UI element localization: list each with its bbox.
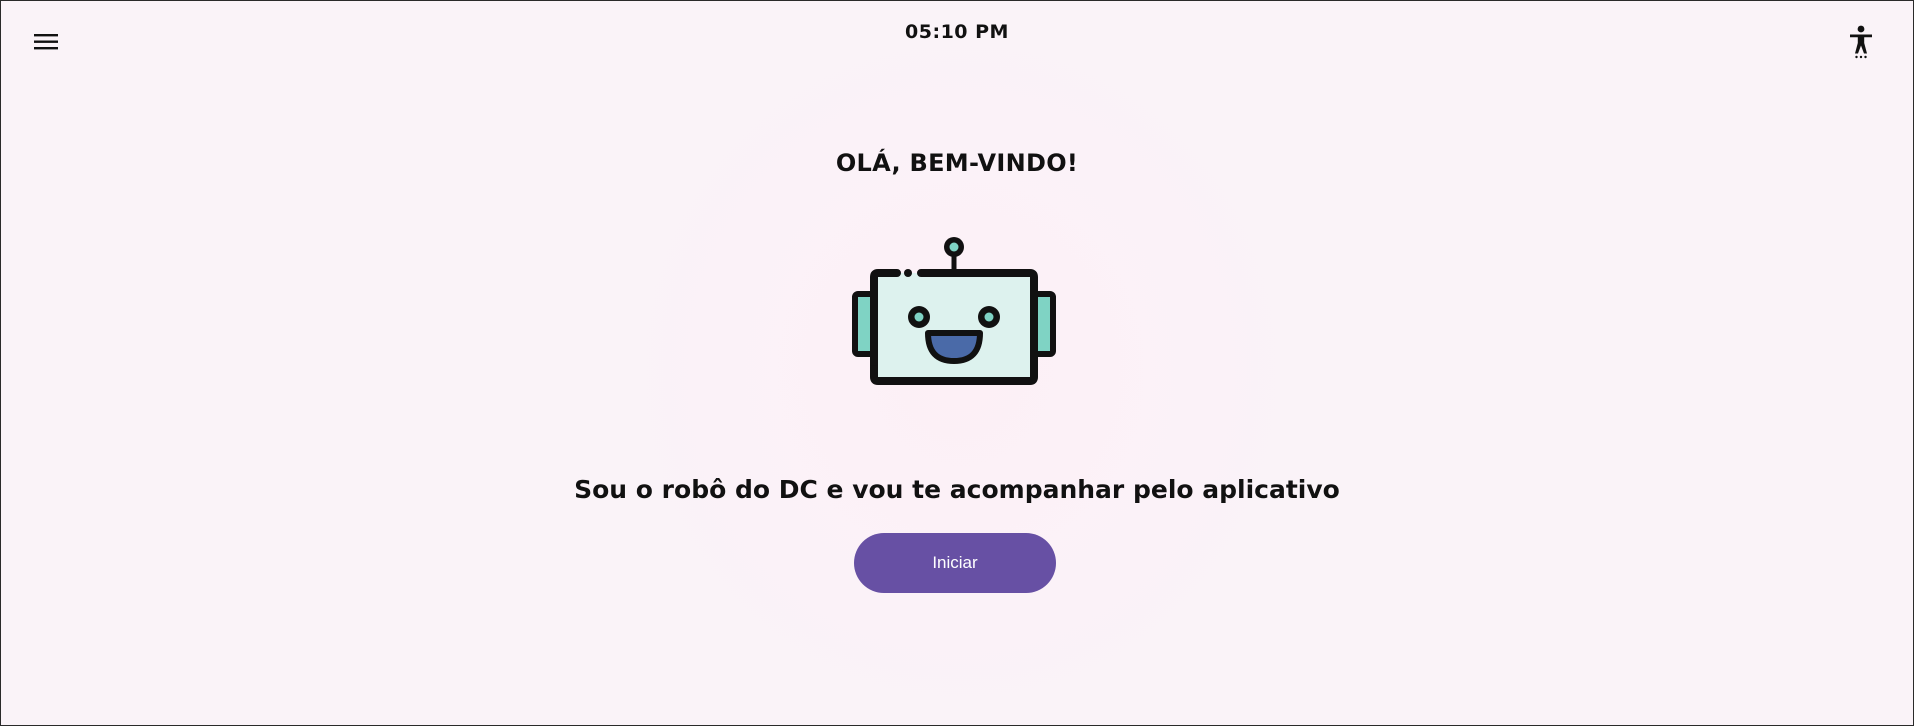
accessibility-icon[interactable]: [1847, 25, 1875, 59]
clock-time: 05:10 PM: [905, 21, 1009, 43]
robot-icon: [849, 231, 1059, 387]
welcome-title: OLÁ, BEM-VINDO!: [835, 149, 1079, 177]
top-bar: 05:10 PM: [1, 1, 1913, 81]
app-window: 05:10 PM OLÁ, BEM-VINDO! Sou o robô do D…: [0, 0, 1914, 726]
intro-subtitle: Sou o robô do DC e vou te acompanhar pel…: [574, 475, 1340, 504]
start-button[interactable]: Iniciar: [854, 533, 1056, 593]
